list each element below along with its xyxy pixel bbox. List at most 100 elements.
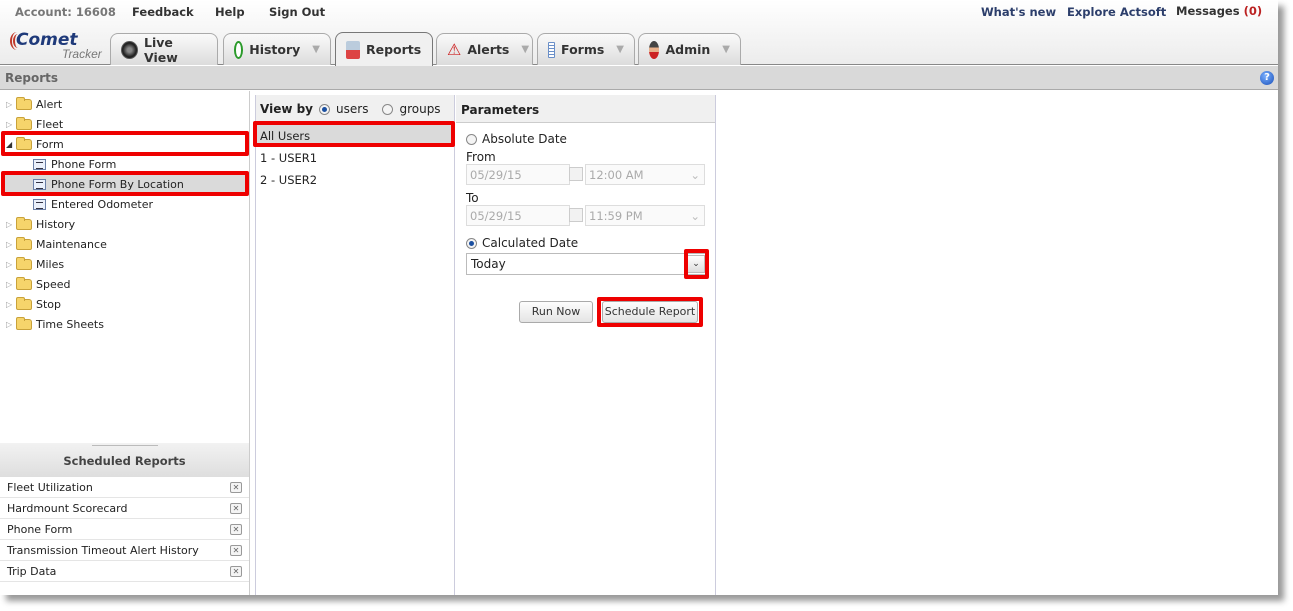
folder-icon: [16, 216, 32, 230]
form-report-icon: [33, 158, 46, 170]
tab-label: Live View: [144, 34, 178, 65]
from-time-select[interactable]: 12:00 AM ⌄: [585, 164, 705, 185]
tree-report-entered-odometer[interactable]: Entered Odometer: [33, 195, 153, 213]
absolute-date-label: Absolute Date: [482, 132, 567, 146]
highlight-box: [1, 131, 249, 156]
close-icon[interactable]: ✕: [230, 481, 242, 493]
radio-users[interactable]: [319, 103, 331, 115]
chevron-down-icon: ▼: [616, 44, 624, 55]
to-time-select[interactable]: 11:59 PM ⌄: [585, 205, 705, 226]
calculated-date-select[interactable]: Today: [466, 253, 706, 275]
to-time-value: 11:59 PM: [589, 209, 643, 223]
scheduled-reports-panel: Scheduled Reports Fleet Utilization ✕ Har…: [0, 443, 250, 595]
radio-groups-label[interactable]: groups: [399, 102, 440, 116]
scheduled-report-name[interactable]: Fleet Utilization: [7, 481, 93, 494]
messages-link[interactable]: Messages (0): [1176, 4, 1262, 18]
radio-users-label[interactable]: users: [336, 102, 368, 116]
tab-live-view[interactable]: Live View: [110, 33, 218, 65]
whats-new-link[interactable]: What's new: [981, 5, 1056, 19]
expand-arrow-icon[interactable]: ▷: [6, 280, 16, 289]
scheduled-report-row[interactable]: Fleet Utilization ✕: [0, 477, 249, 498]
radio-groups[interactable]: [382, 103, 394, 115]
calendar-icon[interactable]: [569, 167, 583, 181]
scheduled-report-row[interactable]: Trip Data ✕: [0, 561, 249, 582]
messages-count: (0): [1243, 4, 1263, 18]
document-icon: [548, 41, 556, 58]
tree-folder-miles[interactable]: ▷ Miles: [6, 255, 64, 273]
calendar-icon[interactable]: [569, 208, 583, 222]
expand-arrow-icon[interactable]: ▷: [6, 100, 16, 109]
highlight-box: [597, 297, 703, 327]
feedback-link[interactable]: Feedback: [132, 5, 194, 19]
tree-folder-maintenance[interactable]: ▷ Maintenance: [6, 235, 107, 253]
tree-folder-speed[interactable]: ▷ Speed: [6, 275, 70, 293]
expand-arrow-icon[interactable]: ▷: [6, 240, 16, 249]
help-link[interactable]: Help: [215, 5, 245, 19]
close-icon[interactable]: ✕: [230, 523, 242, 535]
folder-icon: [16, 316, 32, 330]
tab-label: History: [249, 42, 301, 57]
folder-icon: [16, 236, 32, 250]
folder-icon: [16, 256, 32, 270]
highlight-box: [253, 121, 455, 147]
tree-label: Stop: [36, 297, 62, 311]
scheduled-report-row[interactable]: Hardmount Scorecard ✕: [0, 498, 249, 519]
user-item[interactable]: 2 - USER2: [256, 169, 454, 191]
expand-arrow-icon[interactable]: ▷: [6, 220, 16, 229]
tab-history[interactable]: History ▼: [223, 33, 331, 65]
chevron-down-icon: ▼: [722, 44, 730, 55]
run-now-button[interactable]: Run Now: [519, 301, 593, 323]
tab-admin[interactable]: Admin ▼: [638, 33, 741, 65]
messages-label: Messages: [1176, 4, 1240, 18]
chevron-down-icon[interactable]: ⌄: [690, 209, 700, 223]
chevron-down-icon: ▼: [521, 44, 530, 55]
close-icon[interactable]: ✕: [230, 544, 242, 556]
to-date-input[interactable]: 05/29/15: [466, 205, 570, 226]
account-label: Account: 16608: [15, 5, 116, 19]
explore-actsoft-link[interactable]: Explore Actsoft: [1067, 5, 1166, 19]
chevron-down-icon[interactable]: ⌄: [690, 168, 700, 182]
tab-forms[interactable]: Forms ▼: [537, 33, 635, 65]
app-window: Account: 16608 Feedback Help Sign Out Wh…: [0, 0, 1278, 595]
tree-folder-stop[interactable]: ▷ Stop: [6, 295, 61, 313]
tab-reports[interactable]: Reports: [335, 32, 433, 66]
report-output-area: [717, 95, 1278, 595]
scheduled-report-name[interactable]: Phone Form: [7, 523, 72, 536]
expand-arrow-icon[interactable]: ▷: [6, 300, 16, 309]
scheduled-report-name[interactable]: Trip Data: [7, 565, 56, 578]
tree-folder-time-sheets[interactable]: ▷ Time Sheets: [6, 315, 104, 333]
folder-icon: [16, 276, 32, 290]
scheduled-report-name[interactable]: Transmission Timeout Alert History: [7, 544, 199, 557]
expand-arrow-icon[interactable]: ▷: [6, 120, 16, 129]
from-date-input[interactable]: 05/29/15: [466, 164, 570, 185]
tree-label: History: [36, 217, 76, 231]
user-item[interactable]: 1 - USER1: [256, 147, 454, 169]
report-icon: [346, 40, 360, 59]
warning-icon: ⚠: [447, 40, 462, 59]
sign-out-link[interactable]: Sign Out: [269, 5, 325, 19]
tab-label: Admin: [665, 42, 711, 57]
radio-absolute-date[interactable]: [466, 134, 477, 145]
expand-arrow-icon[interactable]: ▷: [6, 260, 16, 269]
section-title: Reports: [5, 71, 59, 85]
tab-label: Alerts: [467, 42, 510, 57]
scheduled-report-row[interactable]: Phone Form ✕: [0, 519, 249, 540]
parameters-title: Parameters: [456, 95, 715, 123]
from-time-value: 12:00 AM: [589, 168, 644, 182]
close-icon[interactable]: ✕: [230, 565, 242, 577]
view-by-header: View by users groups: [256, 95, 454, 123]
radio-calculated-date[interactable]: [466, 238, 477, 249]
comet-tracker-logo: Comet Tracker: [10, 30, 110, 62]
tab-alerts[interactable]: ⚠ Alerts ▼: [436, 33, 533, 65]
tree-label: Time Sheets: [36, 317, 104, 331]
scheduled-report-name[interactable]: Hardmount Scorecard: [7, 502, 127, 515]
expand-arrow-icon[interactable]: ▷: [6, 320, 16, 329]
folder-icon: [16, 296, 32, 310]
scheduled-report-row[interactable]: Transmission Timeout Alert History ✕: [0, 540, 249, 561]
tree-label: Speed: [36, 277, 71, 291]
tree-label: Maintenance: [36, 237, 107, 251]
tree-folder-alert[interactable]: ▷ Alert: [6, 95, 62, 113]
close-icon[interactable]: ✕: [230, 502, 242, 514]
tree-folder-history[interactable]: ▷ History: [6, 215, 75, 233]
help-icon[interactable]: ?: [1260, 71, 1274, 85]
